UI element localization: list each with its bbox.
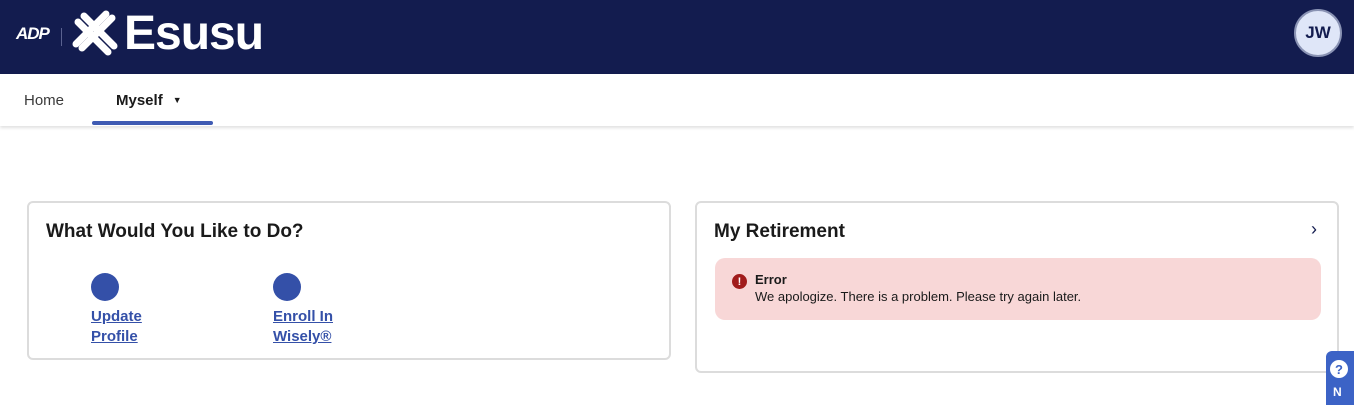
caret-down-icon: ▼ [172,95,182,105]
brand-name: Esusu [124,7,264,60]
nav-tab-myself-label: Myself [116,91,163,109]
user-avatar[interactable]: JW [1294,9,1342,57]
retirement-card: My Retirement › ! Error We apologize. Th… [695,201,1339,373]
action-circle-icon[interactable] [91,273,119,301]
enroll-wisely-link[interactable]: Enroll In Wisely® [273,307,353,347]
app-header: ADP Esusu JW [0,0,1354,74]
retirement-card-title: My Retirement [714,221,845,242]
active-tab-indicator [92,121,213,125]
error-title: Error [755,272,787,287]
logo-divider [61,28,62,46]
action-update-profile: Update Profile [91,273,191,347]
action-enroll-wisely: Enroll In Wisely® [273,273,373,347]
main-nav: Home Myself ▼ [0,74,1354,126]
actions-card-title: What Would You Like to Do? [46,221,304,242]
error-alert: ! Error We apologize. There is a problem… [715,258,1321,320]
help-tab[interactable]: ? N [1326,351,1354,405]
update-profile-link[interactable]: Update Profile [91,307,171,347]
nav-tab-home-label: Home [24,91,65,109]
help-tab-label: N [1333,385,1342,399]
adp-logo: ADP [16,24,50,43]
esusu-logo-icon [72,10,118,56]
nav-tab-home[interactable]: Home [24,74,64,126]
actions-card: What Would You Like to Do? Update Profil… [27,201,671,360]
help-icon: ? [1330,360,1348,378]
chevron-right-icon[interactable]: › [1311,219,1317,240]
action-circle-icon[interactable] [273,273,301,301]
error-message: We apologize. There is a problem. Please… [755,289,1082,304]
error-icon: ! [732,274,747,289]
nav-tab-myself[interactable]: Myself ▼ [92,74,213,126]
